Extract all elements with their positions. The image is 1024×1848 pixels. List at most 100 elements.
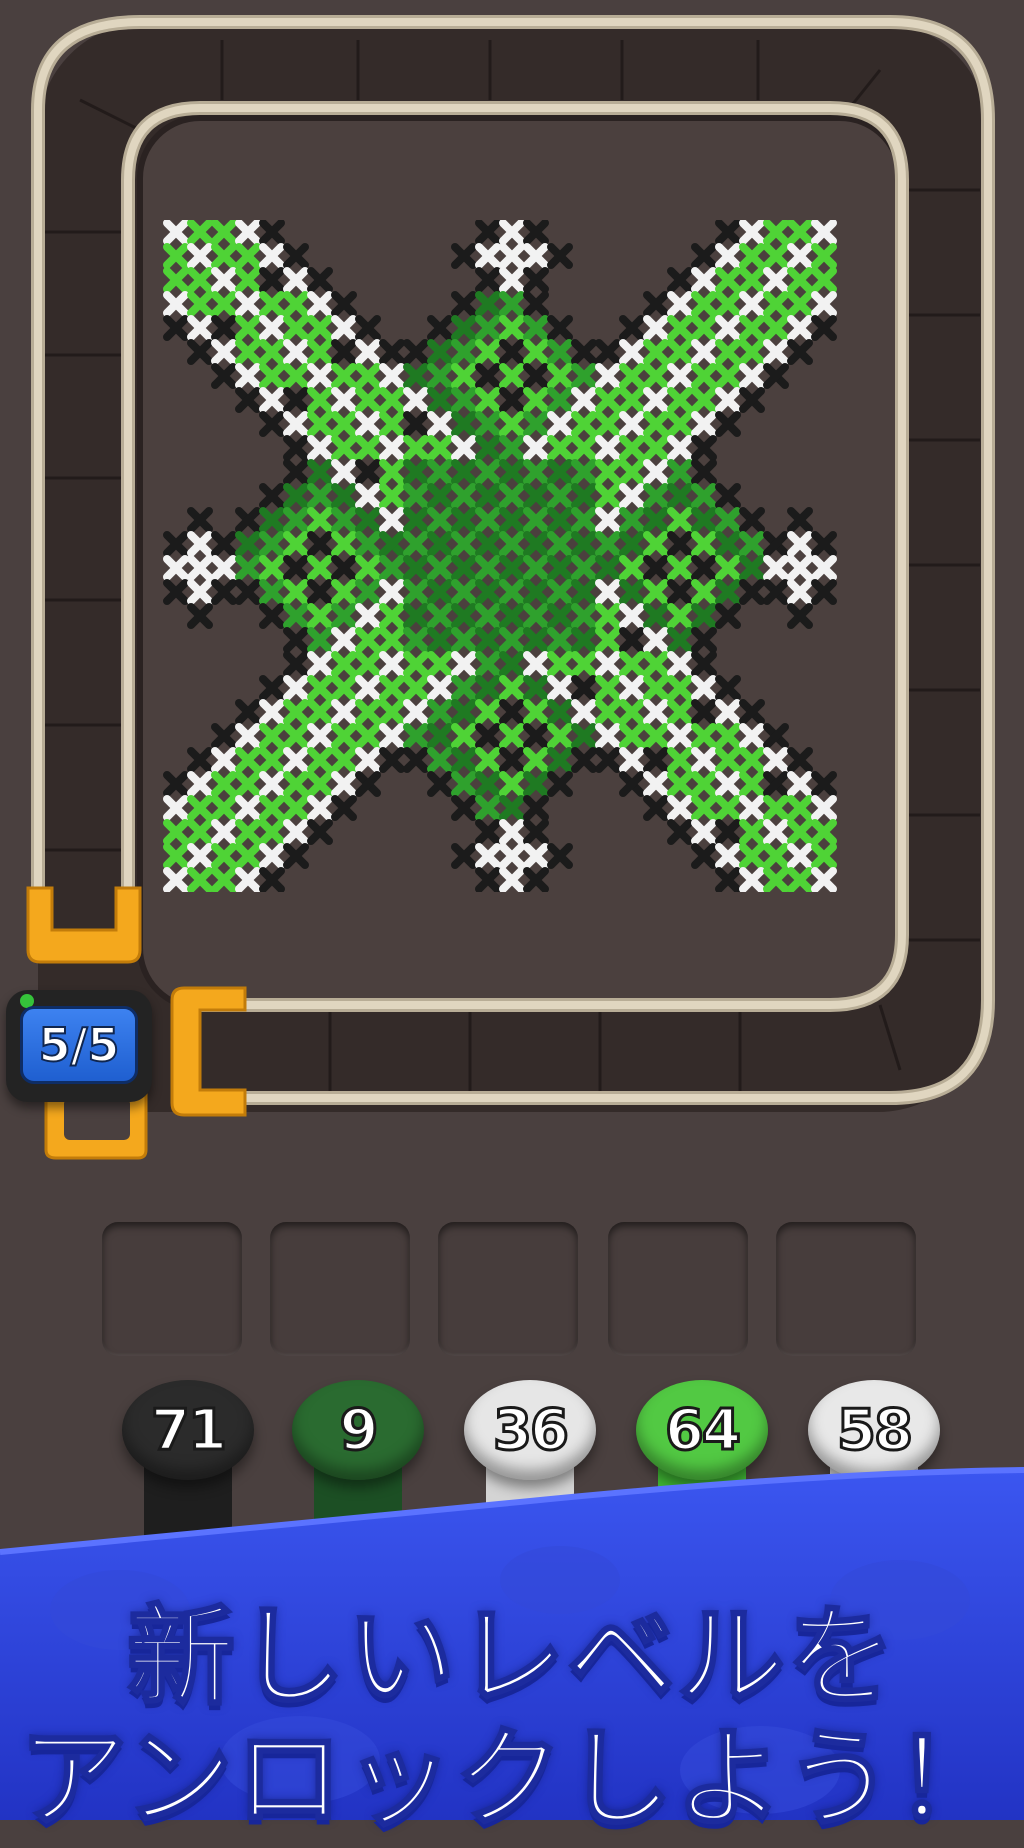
stitch [667, 819, 693, 845]
stitch [595, 675, 621, 701]
stitch [691, 795, 717, 821]
stitch [523, 699, 549, 725]
stitch [283, 699, 309, 725]
stitch [403, 483, 429, 509]
stitch [403, 699, 429, 725]
stitch [211, 315, 237, 341]
stitch [331, 435, 357, 461]
stitch [523, 603, 549, 629]
stitch [739, 363, 765, 389]
stitch [595, 555, 621, 581]
stitch [547, 579, 573, 605]
stitch [379, 531, 405, 557]
stitch [691, 603, 717, 629]
stitch [499, 459, 525, 485]
stitch [187, 507, 213, 533]
stitch [235, 267, 261, 293]
stitch [283, 843, 309, 869]
stitch [787, 843, 813, 869]
stitch [259, 291, 285, 317]
stitch [619, 771, 645, 797]
stitch [307, 747, 333, 773]
stitch [787, 243, 813, 269]
stitch [499, 603, 525, 629]
stitch [403, 579, 429, 605]
queue-slot-3[interactable] [438, 1222, 578, 1356]
stitch [499, 699, 525, 725]
queue-slot-1[interactable] [102, 1222, 242, 1356]
stitch [691, 243, 717, 269]
stitch [307, 531, 333, 557]
stitch [787, 819, 813, 845]
stitch [763, 315, 789, 341]
stitch [259, 795, 285, 821]
stitch [691, 819, 717, 845]
stitch [451, 555, 477, 581]
queue-slot-5[interactable] [776, 1222, 916, 1356]
queue-slot-2[interactable] [270, 1222, 410, 1356]
stitch [307, 579, 333, 605]
stitch [547, 507, 573, 533]
stitch [211, 771, 237, 797]
stitch [763, 363, 789, 389]
stitch [739, 291, 765, 317]
stitch [475, 699, 501, 725]
stitch [307, 723, 333, 749]
stitch [595, 363, 621, 389]
stitch [163, 243, 189, 269]
queue-slot-4[interactable] [608, 1222, 748, 1356]
stitch [163, 867, 189, 892]
stitch [499, 387, 525, 413]
stitch [451, 651, 477, 677]
stitch [643, 603, 669, 629]
stitch [475, 363, 501, 389]
stitch [619, 483, 645, 509]
stitch [787, 555, 813, 581]
stitch [475, 387, 501, 413]
stitch [451, 699, 477, 725]
stitch [595, 531, 621, 557]
stitch [307, 651, 333, 677]
stitch [811, 220, 837, 245]
stitch [595, 699, 621, 725]
stitch [547, 699, 573, 725]
stitch [715, 675, 741, 701]
stitch [667, 387, 693, 413]
stitch [523, 771, 549, 797]
stitch [523, 483, 549, 509]
stitch [739, 723, 765, 749]
stitch [451, 459, 477, 485]
stitch [307, 483, 333, 509]
stitch [643, 459, 669, 485]
stitch [475, 555, 501, 581]
stitch [331, 555, 357, 581]
stitch [475, 315, 501, 341]
stitch [331, 387, 357, 413]
stitch [571, 411, 597, 437]
stitch [715, 747, 741, 773]
stitch [307, 603, 333, 629]
stitch [643, 627, 669, 653]
stitch [451, 531, 477, 557]
stitch [331, 507, 357, 533]
stitch [715, 507, 741, 533]
stitch [811, 795, 837, 821]
stitch [331, 603, 357, 629]
stitch [427, 555, 453, 581]
stitch [547, 675, 573, 701]
stitch [355, 771, 381, 797]
stitch [811, 315, 837, 341]
stitch [739, 867, 765, 892]
stitch [355, 315, 381, 341]
stitch [331, 363, 357, 389]
stitch [523, 507, 549, 533]
stitch [571, 747, 597, 773]
stitch [475, 651, 501, 677]
stitch [691, 315, 717, 341]
stitch [643, 411, 669, 437]
stitch [739, 220, 765, 245]
stitch [499, 555, 525, 581]
stitch [619, 651, 645, 677]
stitch [667, 675, 693, 701]
stitch [523, 459, 549, 485]
